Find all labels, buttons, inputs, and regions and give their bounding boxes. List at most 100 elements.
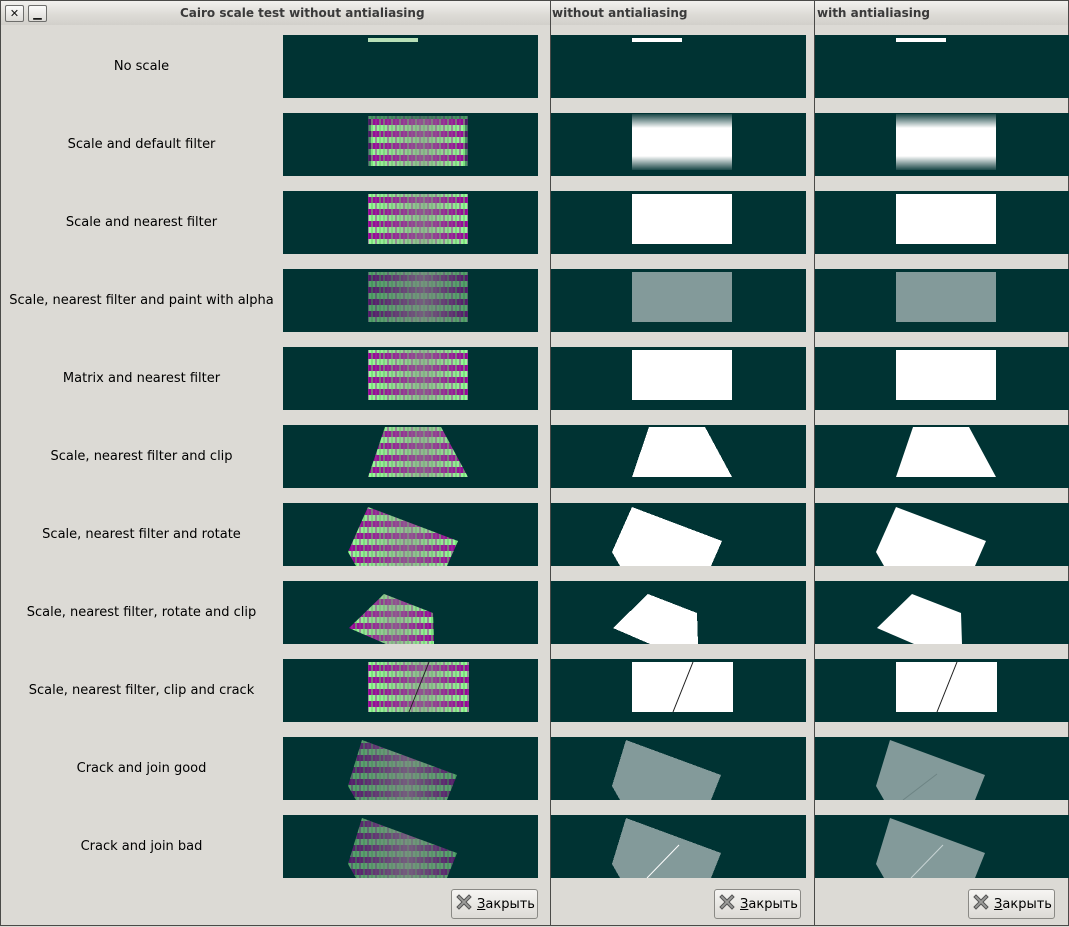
panel-canvas bbox=[368, 661, 469, 713]
window-without-aa: without antialiasing Закрыть bbox=[550, 0, 815, 926]
close-label: акрыть bbox=[748, 896, 798, 912]
shape-fade bbox=[368, 194, 468, 244]
shape-fade bbox=[348, 740, 457, 800]
render-panel bbox=[815, 191, 1069, 254]
panel-canvas bbox=[632, 661, 733, 713]
shape-mark bbox=[876, 507, 986, 566]
shape-fade bbox=[368, 116, 468, 166]
close-x-icon bbox=[971, 892, 991, 916]
panel-canvas bbox=[632, 194, 732, 244]
titlebar[interactable]: ✕ ▁ Cairo scale test without antialiasin… bbox=[1, 1, 550, 25]
render-panel bbox=[283, 191, 538, 254]
render-panel bbox=[283, 425, 538, 488]
row-label: No scale bbox=[113, 59, 170, 74]
panel-canvas bbox=[896, 350, 996, 400]
render-panel bbox=[551, 113, 806, 176]
panel-canvas bbox=[368, 272, 468, 322]
shape-mark bbox=[632, 194, 732, 244]
row-label: Scale, nearest filter and rotate bbox=[42, 527, 241, 542]
render-panel bbox=[283, 269, 538, 332]
row-label: Scale, nearest filter and paint with alp… bbox=[9, 293, 274, 308]
render-panel bbox=[283, 35, 538, 98]
render-panel bbox=[551, 425, 806, 488]
panel-canvas bbox=[632, 427, 732, 477]
shape-fade bbox=[349, 594, 434, 644]
panel-canvas bbox=[368, 350, 468, 400]
shape-mark bbox=[896, 272, 996, 322]
render-panel bbox=[815, 581, 1069, 644]
close-button[interactable]: Закрыть bbox=[968, 889, 1055, 919]
window-close-button[interactable]: ✕ bbox=[5, 5, 24, 22]
panel-canvas bbox=[612, 740, 721, 800]
row-label: Crack and join bad bbox=[80, 839, 203, 854]
shape-fade bbox=[368, 350, 468, 400]
panel-canvas bbox=[632, 272, 732, 322]
panel-canvas bbox=[876, 818, 985, 878]
shape-mark bbox=[632, 350, 732, 400]
panel-canvas bbox=[612, 818, 721, 878]
render-panel bbox=[283, 503, 538, 566]
titlebar[interactable]: without antialiasing bbox=[551, 1, 814, 25]
window-with-aa: with antialiasing Закрыть bbox=[814, 0, 1069, 926]
panel-canvas bbox=[348, 740, 457, 800]
render-panel bbox=[551, 503, 806, 566]
render-panel bbox=[551, 737, 806, 800]
row-label: Scale, nearest filter and clip bbox=[50, 449, 233, 464]
close-icon: ✕ bbox=[9, 7, 20, 20]
panel-canvas bbox=[368, 427, 468, 477]
shape-mark bbox=[896, 427, 996, 477]
render-panel bbox=[815, 737, 1069, 800]
shape-fade bbox=[368, 427, 468, 477]
shape-mark bbox=[896, 38, 946, 42]
render-panel bbox=[551, 581, 806, 644]
shape-mark bbox=[632, 272, 732, 322]
panel-canvas bbox=[368, 194, 468, 244]
shape-fade bbox=[368, 272, 468, 322]
close-x-icon bbox=[454, 892, 474, 916]
panel-canvas bbox=[632, 350, 732, 400]
panel-canvas bbox=[876, 740, 985, 800]
shape-mark bbox=[632, 114, 732, 170]
shape-mark bbox=[877, 594, 962, 644]
render-panel bbox=[551, 35, 806, 98]
render-panel bbox=[283, 737, 538, 800]
panel-canvas bbox=[365, 113, 471, 172]
titlebar[interactable]: with antialiasing bbox=[815, 1, 1068, 25]
panel-canvas bbox=[896, 114, 996, 170]
panel-canvas bbox=[632, 114, 732, 170]
shape-fade bbox=[348, 507, 458, 566]
row-label: Scale and default filter bbox=[67, 137, 216, 152]
close-button[interactable]: Закрыть bbox=[714, 889, 801, 919]
panel-canvas bbox=[896, 427, 996, 477]
shape-mark bbox=[612, 740, 721, 800]
render-panel bbox=[283, 815, 538, 878]
render-panel bbox=[551, 815, 806, 878]
render-panel bbox=[815, 503, 1069, 566]
window-title: Cairo scale test without antialiasing bbox=[180, 6, 425, 20]
shape-mark bbox=[613, 594, 698, 644]
shape-mark bbox=[896, 350, 996, 400]
shape-mark bbox=[632, 38, 682, 42]
close-x-icon bbox=[717, 892, 737, 916]
shape-mark bbox=[368, 38, 418, 42]
shape-mark bbox=[876, 740, 985, 800]
row-label: Scale and nearest filter bbox=[65, 215, 218, 230]
close-button[interactable]: Закрыть bbox=[451, 889, 538, 919]
panel-canvas bbox=[896, 661, 997, 713]
panel-canvas bbox=[896, 272, 996, 322]
panel-canvas bbox=[348, 818, 457, 878]
render-panel bbox=[283, 581, 538, 644]
render-panel bbox=[551, 191, 806, 254]
render-panel bbox=[815, 347, 1069, 410]
close-label: акрыть bbox=[485, 896, 535, 912]
panel-canvas bbox=[877, 594, 962, 644]
render-panel bbox=[815, 425, 1069, 488]
window-main: ✕ ▁ Cairo scale test without antialiasin… bbox=[0, 0, 551, 926]
window-minimize-button[interactable]: ▁ bbox=[28, 5, 47, 22]
panel-canvas bbox=[632, 38, 682, 42]
render-panel bbox=[551, 659, 806, 722]
row-label: Scale, nearest filter, rotate and clip bbox=[26, 605, 257, 620]
shape-mark bbox=[896, 194, 996, 244]
shape-mark bbox=[632, 427, 732, 477]
shape-mark bbox=[876, 818, 985, 878]
